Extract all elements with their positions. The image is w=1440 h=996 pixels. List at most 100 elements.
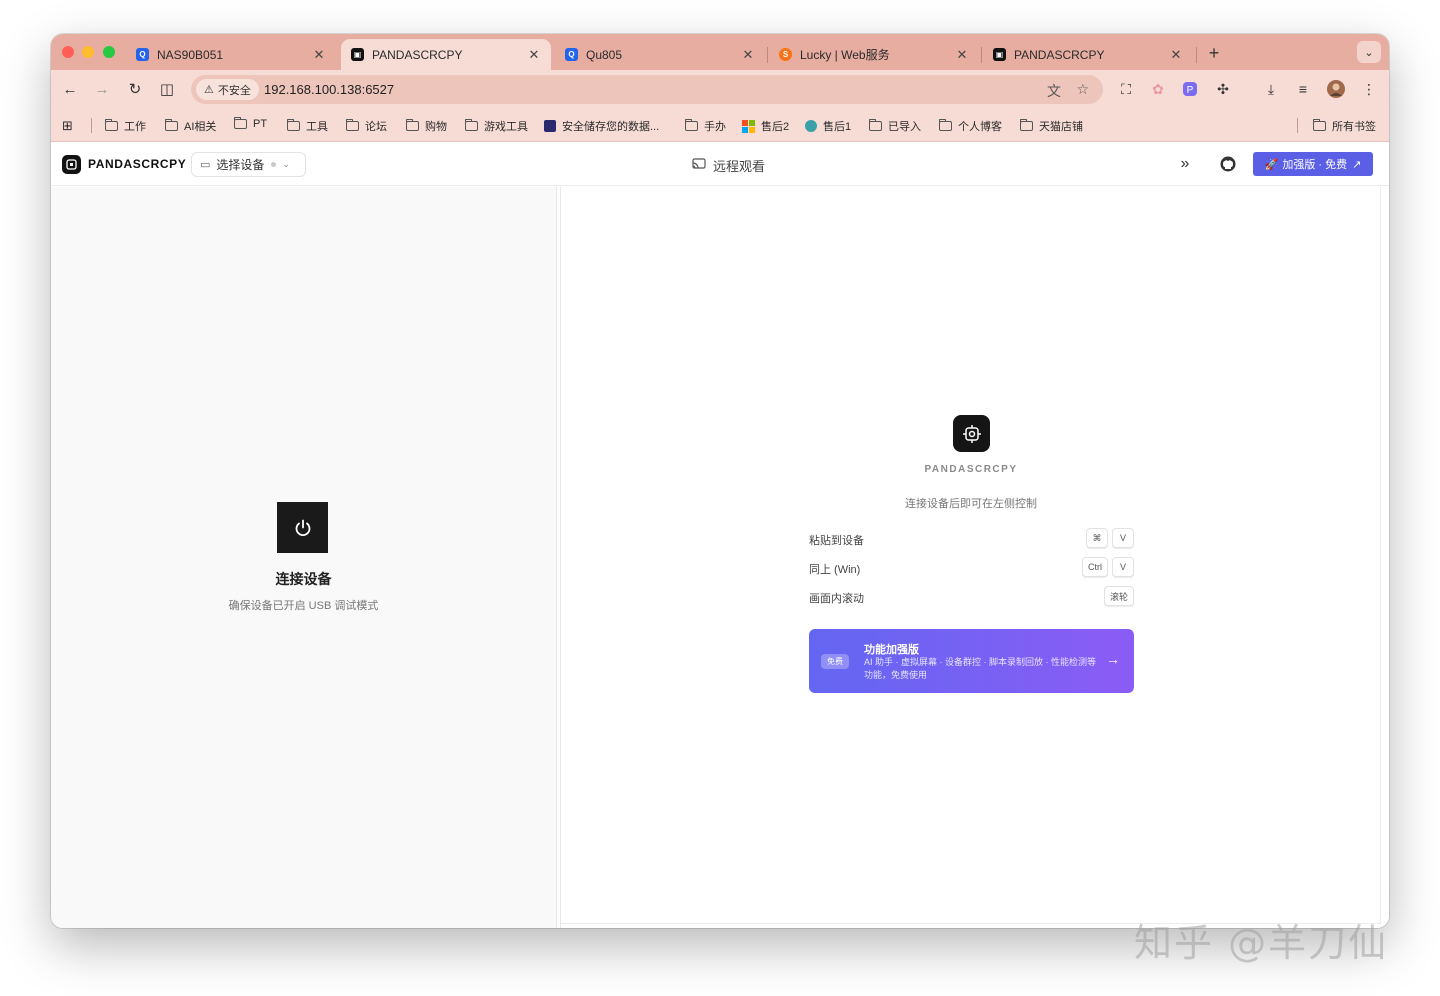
bookmark-star-icon[interactable]: ☆ <box>1076 81 1089 98</box>
folder-icon <box>234 117 247 129</box>
key-cap: V <box>1112 528 1134 548</box>
bookmark-item[interactable]: 安全储存您的数据... <box>544 118 659 134</box>
bookmark-item[interactable]: PT <box>234 117 267 130</box>
tab-pandascrcpy-2[interactable]: ▣ PANDASCRCPY ✕ <box>983 39 1193 70</box>
tab-close-icon[interactable]: ✕ <box>741 47 755 63</box>
pandascrcpy-app: PANDASCRCPY ▭ 选择设备 ⌄ 远程观看 » 🚀 加强版 · 免费 ↗… <box>51 142 1389 928</box>
brand-name: PANDASCRCPY <box>88 157 187 171</box>
lucky-favicon-icon: S <box>779 48 792 61</box>
folder-icon <box>869 119 882 131</box>
tab-nas[interactable]: Q NAS90B051 ✕ <box>126 39 336 70</box>
bookmark-item[interactable]: 论坛 <box>346 118 387 134</box>
maximize-window-button[interactable] <box>103 46 115 58</box>
proxy-extension-icon[interactable]: P <box>1181 80 1199 98</box>
tab-close-icon[interactable]: ✕ <box>312 47 326 63</box>
bookmark-item[interactable]: 游戏工具 <box>465 118 528 134</box>
collapse-chevrons-icon[interactable]: » <box>1175 154 1195 174</box>
translate-icon[interactable]: 文 <box>1047 81 1061 101</box>
minimize-window-button[interactable] <box>82 46 94 58</box>
watermark: 知乎 @羊刀仙 <box>1134 921 1389 965</box>
github-icon[interactable] <box>1218 154 1238 174</box>
device-icon: ▭ <box>200 159 211 171</box>
shortcut-row: 画面内滚动 滚轮 <box>809 586 1134 608</box>
connect-power-button[interactable] <box>277 502 328 553</box>
bookmark-item[interactable]: 手办 <box>685 118 726 134</box>
folder-icon <box>1020 119 1033 131</box>
tab-close-icon[interactable]: ✕ <box>527 47 541 63</box>
warning-triangle-icon: ⚠ <box>204 84 214 96</box>
pro-promo-card[interactable]: 免费 功能加强版 AI 助手 · 虚拟屏幕 · 设备群控 · 脚本录制回放 · … <box>809 629 1134 693</box>
bookmark-item[interactable]: 已导入 <box>869 118 921 134</box>
browser-toolbar: ← → ↻ ◫ ⚠ 不安全 192.168.100.138:6527 文 ☆ ⛶… <box>51 70 1389 108</box>
tab-close-icon[interactable]: ✕ <box>955 47 969 63</box>
bookmarks-separator <box>1297 118 1298 133</box>
reading-list-icon[interactable]: ≡ <box>1294 80 1312 98</box>
folder-icon <box>105 119 118 131</box>
profile-avatar-icon[interactable] <box>1327 80 1345 98</box>
bookmark-item[interactable]: 工具 <box>287 118 328 134</box>
bookmarks-separator <box>91 118 92 133</box>
folder-icon <box>406 119 419 131</box>
bookmarks-bar: ⊞ 工作 AI相关 PT 工具 论坛 购物 游戏工具 安全储存您的数据... 手… <box>51 108 1389 142</box>
rocket-icon: 🚀 <box>1264 158 1279 171</box>
bookmark-item[interactable]: AI相关 <box>165 118 216 134</box>
pro-version-button[interactable]: 🚀 加强版 · 免费 ↗ <box>1253 152 1373 176</box>
connect-subtitle: 确保设备已开启 USB 调试模式 <box>228 600 379 612</box>
device-select-dropdown[interactable]: ▭ 选择设备 ⌄ <box>191 152 306 177</box>
bookmark-item[interactable]: 售后1 <box>805 118 851 134</box>
extensions-puzzle-icon[interactable]: ✣ <box>1214 80 1232 98</box>
connect-title: 连接设备 <box>275 571 332 587</box>
qnap-favicon-icon: Q <box>565 48 578 61</box>
folder-icon <box>1313 119 1326 131</box>
folder-icon <box>685 119 698 131</box>
promo-description: AI 助手 · 虚拟屏幕 · 设备群控 · 脚本录制回放 · 性能检测等功能，免… <box>864 657 1096 680</box>
svg-text:P: P <box>1187 85 1194 96</box>
tab-lucky[interactable]: S Lucky | Web服务 ✕ <box>769 39 979 70</box>
cast-icon <box>692 158 706 173</box>
split-view-icon[interactable]: ◫ <box>158 80 176 98</box>
remote-view-panel: PANDASCRCPY 连接设备后即可在左侧控制 粘贴到设备 ⌘ V 同上 (W… <box>561 187 1381 924</box>
external-arrow-icon: ↗ <box>1352 158 1362 171</box>
back-arrow-icon[interactable]: ← <box>61 80 79 98</box>
url-text[interactable]: 192.168.100.138:6527 <box>264 82 394 97</box>
tab-pandascrcpy-active[interactable]: ▣ PANDASCRCPY ✕ <box>341 39 551 70</box>
bookmark-item[interactable]: 售后2 <box>742 118 789 134</box>
all-bookmarks-item[interactable]: 所有书签 <box>1313 118 1376 134</box>
reload-icon[interactable]: ↻ <box>126 80 144 98</box>
folder-icon <box>287 119 300 131</box>
folder-icon <box>939 119 952 131</box>
download-icon[interactable]: ⤓ <box>1262 80 1280 98</box>
page-title: 远程观看 <box>692 156 765 175</box>
promo-title: 功能加强版 <box>864 644 919 656</box>
pandascrcpy-favicon-icon: ▣ <box>351 48 364 61</box>
bookmark-item[interactable]: 天猫店铺 <box>1020 118 1083 134</box>
bookmark-item[interactable]: 工作 <box>105 118 146 134</box>
free-badge: 免费 <box>821 654 849 669</box>
bug-extension-icon[interactable]: ✿ <box>1149 80 1167 98</box>
close-window-button[interactable] <box>62 46 74 58</box>
microsoft-icon <box>742 119 755 133</box>
key-cap: ⌘ <box>1086 528 1108 548</box>
new-tab-plus-icon[interactable]: + <box>1204 43 1224 64</box>
key-cap: 滚轮 <box>1103 586 1134 606</box>
screenshot-extension-icon[interactable]: ⛶ <box>1117 80 1135 98</box>
address-bar[interactable]: ⚠ 不安全 192.168.100.138:6527 文 ☆ <box>191 75 1103 104</box>
tab-search-chevron-icon[interactable]: ⌄ <box>1357 41 1381 63</box>
shortcut-row: 粘贴到设备 ⌘ V <box>809 528 1134 550</box>
shortcut-row: 同上 (Win) Ctrl V <box>809 557 1134 579</box>
menu-dots-icon[interactable]: ⋮ <box>1360 80 1378 98</box>
tab-qu805[interactable]: Q Qu805 ✕ <box>555 39 765 70</box>
bookmark-item[interactable]: 个人博客 <box>939 118 1002 134</box>
placeholder-brand: PANDASCRCPY <box>924 464 1018 475</box>
apps-grid-icon[interactable]: ⊞ <box>62 118 73 134</box>
key-cap: V <box>1112 557 1134 577</box>
tab-strip: Q NAS90B051 ✕ ▣ PANDASCRCPY ✕ Q Qu805 ✕ … <box>51 34 1389 70</box>
folder-icon <box>346 119 359 131</box>
security-chip[interactable]: ⚠ 不安全 <box>196 79 259 100</box>
qnap-favicon-icon: Q <box>136 48 149 61</box>
bookmark-item[interactable]: 购物 <box>406 118 447 134</box>
tab-separator <box>1196 47 1197 63</box>
device-panel: 连接设备 确保设备已开启 USB 调试模式 <box>51 187 556 928</box>
forward-arrow-icon[interactable]: → <box>93 80 111 98</box>
tab-close-icon[interactable]: ✕ <box>1169 47 1183 63</box>
